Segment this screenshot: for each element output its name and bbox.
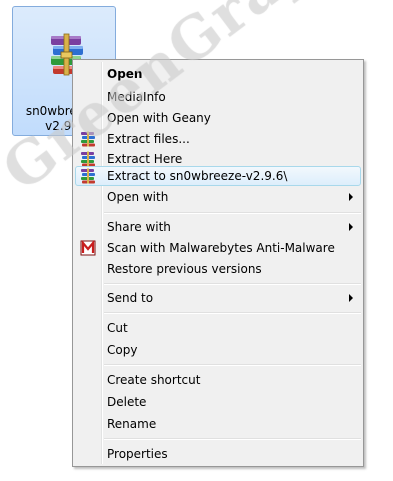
menu-item-label: Properties (107, 447, 168, 461)
menu-item-label: Extract Here (107, 152, 183, 166)
submenu-arrow-icon (349, 193, 353, 201)
menu-item-send-to[interactable]: Send to (75, 288, 361, 308)
winrar-icon (81, 151, 95, 167)
menu-item-extract-to[interactable]: Extract to sn0wbreeze-v2.9.6\ (75, 166, 361, 186)
menu-item-properties[interactable]: Properties (75, 444, 361, 464)
menu-item-copy[interactable]: Copy (75, 340, 361, 360)
menu-separator (104, 283, 361, 285)
menu-item-label: Extract to sn0wbreeze-v2.9.6\ (107, 169, 288, 183)
menu-item-label: Restore previous versions (107, 262, 262, 276)
menu-item-label: Create shortcut (107, 373, 201, 387)
menu-item-label: Scan with Malwarebytes Anti-Malware (107, 241, 335, 255)
menu-item-label: Open (107, 67, 143, 81)
menu-item-label: MediaInfo (107, 90, 166, 104)
menu-item-cut[interactable]: Cut (75, 318, 361, 338)
winrar-icon (81, 168, 95, 184)
menu-item-label: Open with (107, 190, 169, 204)
menu-item-label: Copy (107, 343, 138, 357)
menu-item-label: Delete (107, 395, 147, 409)
menu-item-label: Extract files... (107, 132, 190, 146)
context-menu: Open MediaInfo Open with Geany Extract f… (72, 59, 364, 467)
menu-item-label: Open with Geany (107, 111, 211, 125)
menu-item-extract-files[interactable]: Extract files... (75, 129, 361, 149)
menu-item-label: Rename (107, 417, 157, 431)
menu-item-share-with[interactable]: Share with (75, 217, 361, 237)
menu-item-mediainfo[interactable]: MediaInfo (75, 87, 361, 107)
menu-item-rename[interactable]: Rename (75, 414, 361, 434)
menu-item-open-with[interactable]: Open with (75, 187, 361, 207)
malwarebytes-icon (80, 240, 96, 256)
winrar-icon (81, 131, 95, 147)
menu-separator (104, 364, 361, 366)
menu-item-delete[interactable]: Delete (75, 392, 361, 412)
menu-item-label: Share with (107, 220, 171, 234)
menu-item-label: Send to (107, 291, 154, 305)
submenu-arrow-icon (349, 223, 353, 231)
menu-item-scan-malwarebytes[interactable]: Scan with Malwarebytes Anti-Malware (75, 238, 361, 258)
menu-item-restore-previous-versions[interactable]: Restore previous versions (75, 259, 361, 279)
menu-item-open[interactable]: Open (75, 64, 361, 84)
menu-item-label: Cut (107, 321, 128, 335)
menu-item-create-shortcut[interactable]: Create shortcut (75, 370, 361, 390)
menu-separator (104, 312, 361, 314)
menu-separator (104, 212, 361, 214)
menu-item-open-with-geany[interactable]: Open with Geany (75, 108, 361, 128)
desktop: sn0wbreeze-v2.9.6 Open MediaInfo Open wi… (0, 0, 393, 481)
menu-separator (104, 438, 361, 440)
submenu-arrow-icon (349, 294, 353, 302)
